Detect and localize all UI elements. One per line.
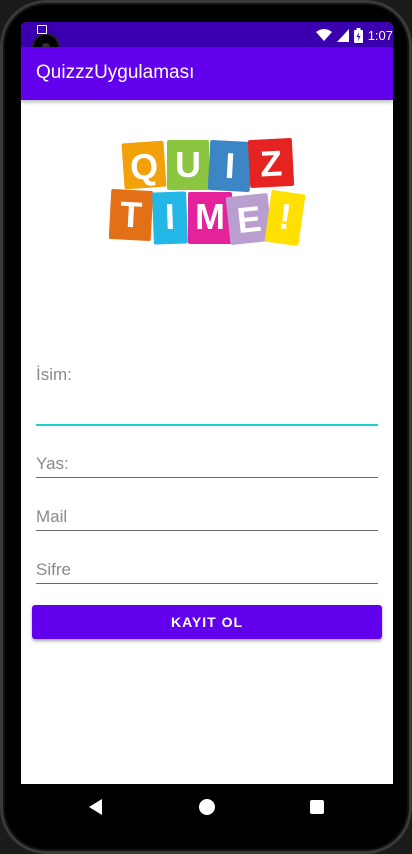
logo-tile: I bbox=[207, 139, 253, 193]
recent-apps-icon[interactable] bbox=[310, 800, 324, 814]
name-field[interactable] bbox=[36, 393, 378, 423]
password-field[interactable] bbox=[36, 555, 378, 585]
mail-field[interactable] bbox=[36, 502, 378, 532]
logo-tile: T bbox=[108, 188, 154, 242]
logo-tile: Q bbox=[121, 140, 167, 190]
password-field-underline bbox=[36, 583, 378, 584]
status-icons: 1:07 bbox=[315, 26, 393, 44]
age-field-underline bbox=[36, 477, 378, 478]
app-screen: 1:07 QuizzzUygulaması Q U I Z T I M E ! … bbox=[21, 22, 393, 830]
home-icon[interactable] bbox=[199, 799, 215, 815]
status-bar: 1:07 bbox=[21, 22, 393, 59]
battery-icon bbox=[353, 27, 363, 43]
logo-tile: Z bbox=[247, 137, 295, 189]
cell-signal-icon bbox=[336, 28, 349, 42]
age-field[interactable] bbox=[36, 449, 378, 479]
phone-frame: 1:07 QuizzzUygulaması Q U I Z T I M E ! … bbox=[0, 0, 412, 854]
name-label: İsim: bbox=[36, 365, 72, 384]
back-icon[interactable] bbox=[89, 799, 102, 815]
name-field-underline bbox=[36, 424, 378, 426]
navigation-bar bbox=[21, 784, 393, 830]
app-title: QuizzzUygulaması bbox=[36, 62, 195, 83]
logo-tile: U bbox=[167, 140, 209, 190]
wifi-icon bbox=[315, 28, 332, 41]
logo-tile: I bbox=[152, 191, 188, 245]
logo-tile: ! bbox=[264, 189, 306, 247]
app-bar: QuizzzUygulaması bbox=[21, 47, 393, 100]
mail-field-underline bbox=[36, 530, 378, 531]
status-time: 1:07 bbox=[367, 27, 393, 43]
sim-card-icon bbox=[37, 25, 47, 34]
register-button[interactable]: KAYIT OL bbox=[32, 605, 382, 639]
